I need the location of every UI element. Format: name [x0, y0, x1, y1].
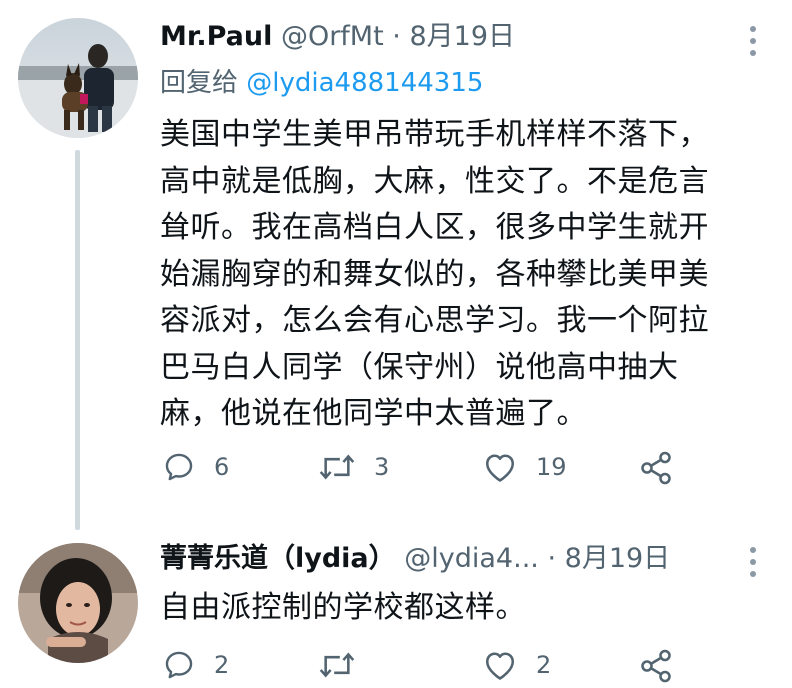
action-bar: 6 3 19: [160, 450, 720, 490]
tweet-header: 菁菁乐道（lydia） @lydia4... · 8月19日: [160, 541, 670, 577]
text-line: 容派对，怎么会有心思学习。我一个阿拉: [160, 303, 709, 338]
user-handle[interactable]: @lydia4...: [404, 543, 539, 574]
replying-to: 回复给 @lydia488144315: [160, 66, 483, 100]
reply-button[interactable]: 6: [162, 450, 229, 484]
reply-icon: [165, 453, 193, 481]
display-name[interactable]: Mr.Paul: [160, 21, 272, 52]
display-name[interactable]: 菁菁乐道（lydia）: [160, 543, 396, 574]
reply-count: 2: [214, 651, 230, 679]
avatar[interactable]: [18, 543, 138, 663]
mention-link[interactable]: @lydia488144315: [246, 68, 483, 98]
heart-icon: [485, 454, 515, 482]
tweet-1[interactable]: Mr.Paul @OrfMt · 8月19日 回复给 @lydia4881443…: [0, 0, 792, 530]
share-icon: [641, 649, 671, 683]
avatar-photo: [18, 543, 138, 663]
like-count: 19: [536, 453, 567, 481]
reply-count: 6: [214, 453, 230, 481]
text-line: 巴马白人同学（保守州）说他高中抽大: [160, 349, 679, 385]
action-bar: 2 2: [160, 648, 720, 688]
retweet-button[interactable]: 3: [318, 450, 389, 484]
tweet-header: Mr.Paul @OrfMt · 8月19日: [160, 19, 515, 55]
retweet-icon: [319, 454, 355, 480]
retweet-button[interactable]: [318, 648, 374, 682]
more-icon[interactable]: [750, 547, 756, 583]
text-line: 自由派控制的学校都这样。: [160, 590, 526, 625]
user-handle[interactable]: @OrfMt: [281, 21, 384, 52]
avatar-photo: [18, 18, 138, 138]
like-count: 2: [536, 651, 552, 679]
share-button[interactable]: [638, 450, 674, 486]
like-button[interactable]: 19: [482, 450, 567, 484]
text-line: 始漏胸穿的和舞女似的，各种攀比美甲美: [160, 256, 709, 292]
text-line: 高中就是低胸，大麻，性交了。不是危言: [160, 163, 709, 199]
tweet-date[interactable]: 8月19日: [565, 543, 671, 574]
replying-prefix: 回复给: [160, 68, 247, 98]
share-button[interactable]: [638, 648, 674, 684]
heart-icon: [485, 652, 515, 680]
text-line: 耸听。我在高档白人区，很多中学生就开: [160, 210, 709, 245]
retweet-icon: [319, 652, 355, 678]
tweet-2[interactable]: 菁菁乐道（lydia） @lydia4... · 8月19日 自由派控制的学校都…: [0, 530, 792, 683]
separator-dot: ·: [392, 21, 401, 52]
reply-icon: [165, 651, 193, 679]
text-line: 美国中学生美甲吊带玩手机样样不落下，: [160, 117, 709, 152]
thread-line: [75, 150, 80, 530]
more-icon[interactable]: [750, 26, 756, 62]
tweet-text: 自由派控制的学校都这样。: [160, 585, 526, 632]
reply-button[interactable]: 2: [162, 648, 229, 682]
tweet-text: 美国中学生美甲吊带玩手机样样不落下， 高中就是低胸，大麻，性交了。不是危言 耸听…: [160, 112, 709, 438]
separator-dot: ·: [547, 543, 557, 574]
text-line: 麻，他说在他同学中太普遍了。: [160, 396, 587, 431]
share-icon: [641, 451, 671, 485]
avatar[interactable]: [18, 18, 138, 138]
like-button[interactable]: 2: [482, 648, 551, 682]
tweet-date[interactable]: 8月19日: [409, 21, 515, 52]
retweet-count: 3: [374, 453, 390, 481]
